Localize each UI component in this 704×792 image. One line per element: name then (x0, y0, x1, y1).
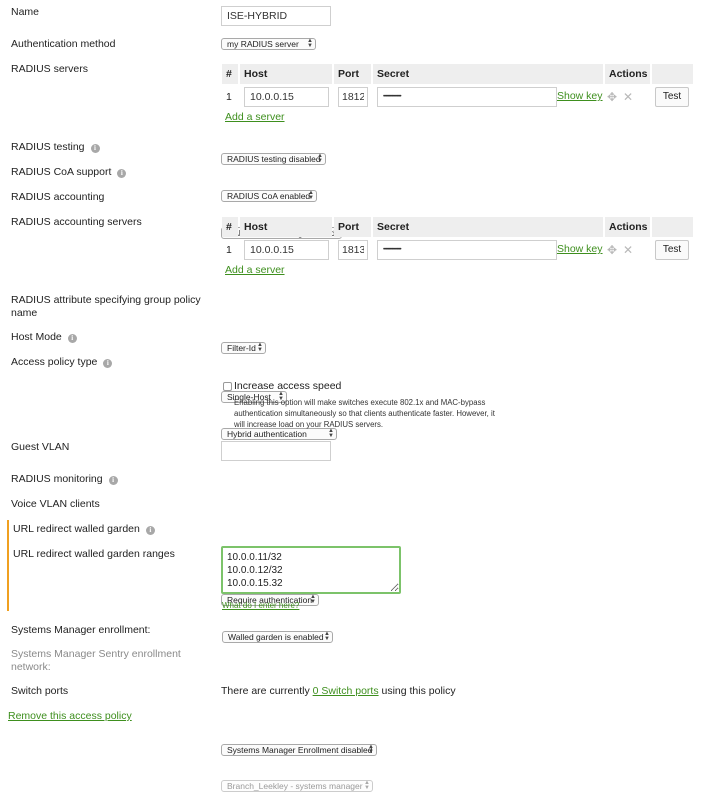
row-index: 1 (226, 91, 232, 103)
radius-accounting-servers-label: RADIUS accounting servers (11, 216, 142, 228)
column-header: Host (240, 217, 332, 237)
radius-coa-select[interactable]: RADIUS CoA enabled ▲ ▼ (221, 190, 317, 202)
sm-enrollment-select[interactable]: Systems Manager Enrollment disabled ▲ ▼ (221, 744, 377, 756)
info-icon[interactable]: i (67, 334, 77, 343)
move-icon[interactable]: ✥ (607, 243, 617, 257)
sm-enrollment-label: Systems Manager enrollment: (11, 624, 151, 636)
info-icon[interactable]: i (90, 144, 100, 153)
radius-testing-select[interactable]: RADIUS testing disabled ▲ ▼ (221, 153, 326, 165)
column-header: Secret (373, 217, 603, 237)
add-server-link[interactable]: Add a server (225, 264, 285, 276)
auth-method-value: my RADIUS server (227, 39, 299, 49)
radius-monitoring-label: RADIUS monitoring i (11, 473, 118, 486)
select-arrows-icon: ▲▼ (364, 780, 370, 791)
radius-servers-label: RADIUS servers (11, 63, 89, 75)
name-label: Name (11, 6, 40, 18)
close-icon[interactable]: ✕ (623, 90, 633, 104)
auth-method-label: Authentication method (11, 38, 116, 50)
host-input[interactable] (244, 240, 329, 260)
host-mode-label: Host Mode i (11, 331, 77, 344)
column-header (652, 217, 693, 237)
auth-method-select[interactable]: my RADIUS server ▲ ▼ (221, 38, 316, 50)
select-arrows-icon: ▲▼ (308, 190, 314, 201)
select-arrows-icon: ▲▼ (257, 342, 263, 353)
column-header: # (222, 217, 238, 237)
info-icon[interactable]: i (117, 169, 127, 178)
secret-input[interactable] (377, 87, 557, 107)
group-policy-attr-value: Filter-Id (227, 343, 256, 353)
close-icon[interactable]: ✕ (623, 243, 633, 257)
show-key-link[interactable]: Show key (557, 243, 603, 255)
voice-vlan-label: Voice VLAN clients (11, 498, 100, 510)
walled-garden-ranges-textarea[interactable] (221, 546, 401, 594)
info-icon[interactable]: i (145, 526, 155, 535)
walled-garden-text: URL redirect walled garden (13, 523, 140, 535)
sm-sentry-network-select: Branch_Leekley - systems manager ▲ ▼ (221, 780, 373, 792)
switch-ports-info: There are currently 0 Switch ports using… (221, 685, 456, 698)
walled-garden-select[interactable]: Walled garden is enabled ▲ ▼ (222, 631, 333, 643)
radius-coa-text: RADIUS CoA support (11, 166, 112, 178)
walled-garden-value: Walled garden is enabled (228, 632, 324, 642)
increase-access-speed-label: Increase access speed (234, 380, 342, 392)
group-policy-attr-select[interactable]: Filter-Id ▲ ▼ (221, 342, 266, 354)
radius-testing-value: RADIUS testing disabled (227, 154, 321, 164)
remove-policy-link[interactable]: Remove this access policy (8, 710, 132, 722)
sm-enrollment-value: Systems Manager Enrollment disabled (227, 745, 373, 755)
access-speed-help-text: Enabling this option will make switches … (234, 398, 495, 429)
test-button[interactable]: Test (655, 87, 689, 107)
select-arrows-icon: ▲▼ (307, 38, 313, 49)
sm-sentry-network-value: Branch_Leekley - systems manager (227, 781, 363, 791)
column-header: Actions (605, 217, 650, 237)
port-input[interactable] (338, 240, 368, 260)
name-input[interactable] (221, 6, 331, 26)
move-icon[interactable]: ✥ (607, 90, 617, 104)
switch-ports-suffix: using this policy (381, 685, 456, 697)
group-policy-attr-label: RADIUS attribute specifying group policy… (11, 294, 201, 319)
column-header: Host (240, 64, 332, 84)
guest-vlan-input[interactable] (221, 441, 331, 461)
radius-testing-text: RADIUS testing (11, 141, 85, 153)
info-icon[interactable]: i (103, 359, 113, 368)
row-index: 1 (226, 244, 232, 256)
test-button[interactable]: Test (655, 240, 689, 260)
column-header: Secret (373, 64, 603, 84)
increase-access-speed-checkbox[interactable] (223, 382, 232, 391)
column-header (652, 64, 693, 84)
switch-ports-prefix: There are currently (221, 685, 310, 697)
radius-monitoring-text: RADIUS monitoring (11, 473, 103, 485)
info-icon[interactable]: i (108, 476, 118, 485)
sm-sentry-network-label: Systems Manager Sentry enrollment networ… (11, 648, 181, 673)
radius-testing-label: RADIUS testing i (11, 141, 100, 154)
switch-ports-link[interactable]: 0 Switch ports (313, 685, 379, 697)
show-key-link[interactable]: Show key (557, 90, 603, 102)
walled-garden-label: URL redirect walled garden i (13, 523, 155, 536)
column-header: Actions (605, 64, 650, 84)
access-policy-type-label: Access policy type i (11, 356, 113, 369)
radius-coa-value: RADIUS CoA enabled (227, 191, 311, 201)
select-arrows-icon: ▲▼ (324, 631, 330, 642)
select-arrows-icon: ▲▼ (368, 744, 374, 755)
switch-ports-label: Switch ports (11, 685, 69, 697)
walled-garden-ranges-label: URL redirect walled garden ranges (13, 548, 175, 560)
select-arrows-icon: ▲▼ (317, 153, 323, 164)
column-header: Port (334, 217, 371, 237)
secret-input[interactable] (377, 240, 557, 260)
column-header: Port (334, 64, 371, 84)
column-header: # (222, 64, 238, 84)
port-input[interactable] (338, 87, 368, 107)
what-to-enter-link[interactable]: What do I enter here? (222, 601, 299, 610)
add-server-link[interactable]: Add a server (225, 111, 285, 123)
access-policy-type-value: Hybrid authentication (227, 429, 307, 439)
radius-accounting-label: RADIUS accounting (11, 191, 105, 203)
host-input[interactable] (244, 87, 329, 107)
host-mode-text: Host Mode (11, 331, 62, 343)
access-policy-type-text: Access policy type (11, 356, 98, 368)
select-arrows-icon: ▲▼ (328, 428, 334, 439)
radius-coa-label: RADIUS CoA support i (11, 166, 127, 179)
select-arrows-icon: ▲▼ (310, 594, 316, 605)
guest-vlan-label: Guest VLAN (11, 441, 70, 453)
changed-indicator-bar (7, 520, 9, 611)
